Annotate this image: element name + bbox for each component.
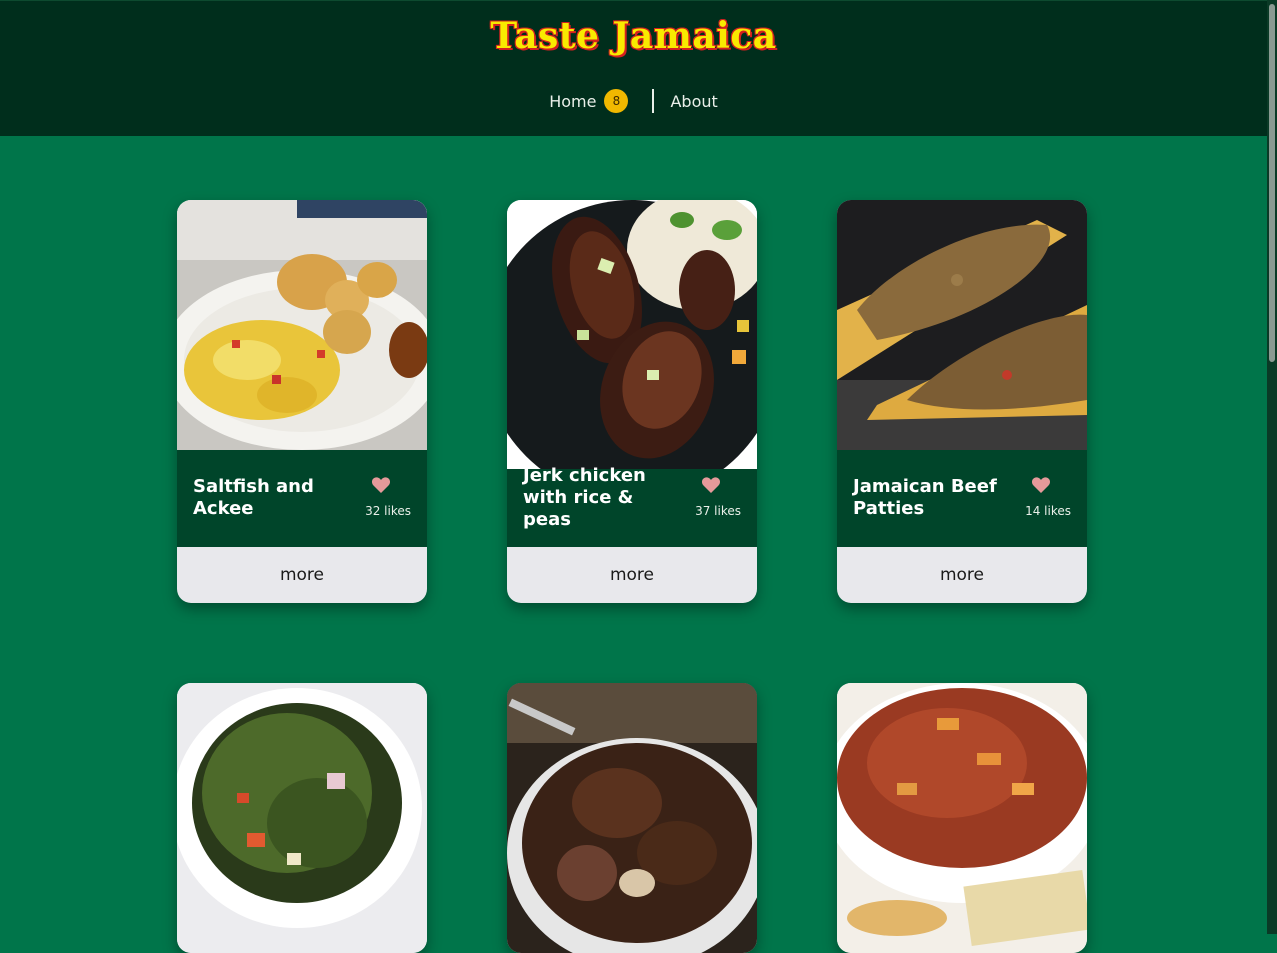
nav-home[interactable]: Home 8	[549, 89, 629, 113]
more-button[interactable]: more	[507, 547, 757, 603]
recipe-info: Jerk chicken with rice & peas 37 likes	[507, 465, 757, 547]
recipe-title: Jamaican Beef Patties	[853, 476, 997, 519]
nav-about[interactable]: About	[670, 92, 717, 111]
recipe-info: Jamaican Beef Patties 14 likes	[837, 450, 1087, 547]
likes-count: 14 likes	[1025, 504, 1071, 518]
recipe-image-curry-goat[interactable]	[507, 683, 757, 953]
home-count-badge: 8	[604, 89, 629, 113]
recipe-image-jerk-chicken[interactable]	[507, 200, 757, 469]
heart-icon[interactable]	[1031, 476, 1051, 494]
like-control: 32 likes	[351, 476, 411, 518]
recipe-card	[837, 683, 1087, 953]
recipe-card	[507, 683, 757, 953]
like-control: 37 likes	[681, 476, 741, 518]
likes-count: 37 likes	[695, 504, 741, 518]
more-button[interactable]: more	[177, 547, 427, 603]
site-header: Taste Jamaica Home 8 About	[0, 0, 1267, 136]
recipe-card: Saltfish and Ackee 32 likes more	[177, 200, 427, 603]
site-logo-title[interactable]: Taste Jamaica	[0, 15, 1267, 57]
nav-divider	[652, 89, 655, 113]
main-nav: Home 8 About	[0, 87, 1267, 115]
page-scrollbar[interactable]	[1267, 0, 1277, 934]
nav-home-label[interactable]: Home	[549, 92, 596, 111]
scrollbar-thumb[interactable]	[1269, 4, 1275, 362]
recipe-card: Jamaican Beef Patties 14 likes more	[837, 200, 1087, 603]
recipe-image-callaloo[interactable]	[177, 683, 427, 953]
recipe-image-beef-patties[interactable]	[837, 200, 1087, 450]
nav-about-label[interactable]: About	[670, 92, 717, 111]
recipe-image-red-pea-soup[interactable]	[837, 683, 1087, 953]
recipe-card: Jerk chicken with rice & peas 37 likes m…	[507, 200, 757, 603]
recipe-image-saltfish-ackee[interactable]	[177, 200, 427, 450]
recipe-info: Saltfish and Ackee 32 likes	[177, 450, 427, 547]
recipe-title: Jerk chicken with rice & peas	[523, 465, 646, 530]
heart-icon[interactable]	[371, 476, 391, 494]
recipe-title: Saltfish and Ackee	[193, 476, 314, 519]
heart-icon[interactable]	[701, 476, 721, 494]
likes-count: 32 likes	[365, 504, 411, 518]
more-button[interactable]: more	[837, 547, 1087, 603]
recipe-card	[177, 683, 427, 953]
like-control: 14 likes	[1011, 476, 1071, 518]
